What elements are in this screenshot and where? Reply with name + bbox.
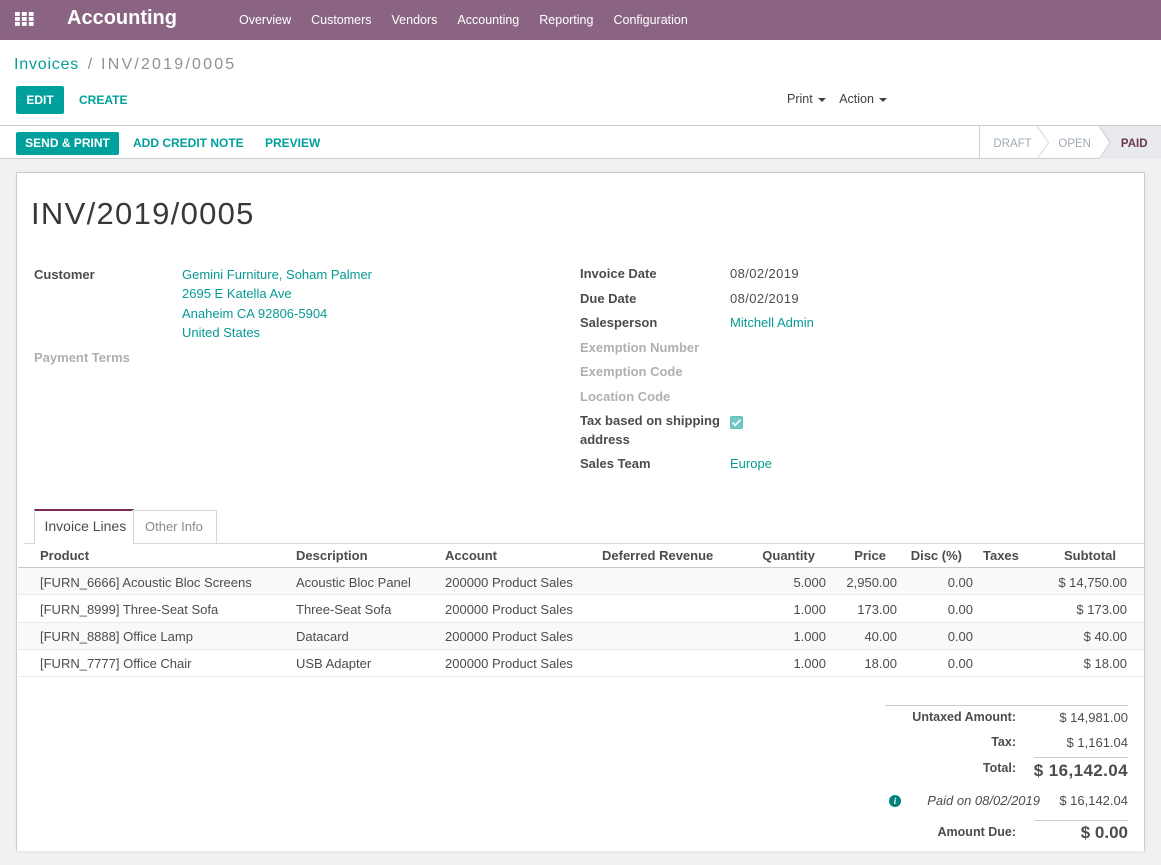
svg-text:PAID: PAID: [1121, 138, 1148, 150]
svg-text:OPEN: OPEN: [1058, 138, 1091, 150]
svg-text:DRAFT: DRAFT: [993, 138, 1031, 150]
